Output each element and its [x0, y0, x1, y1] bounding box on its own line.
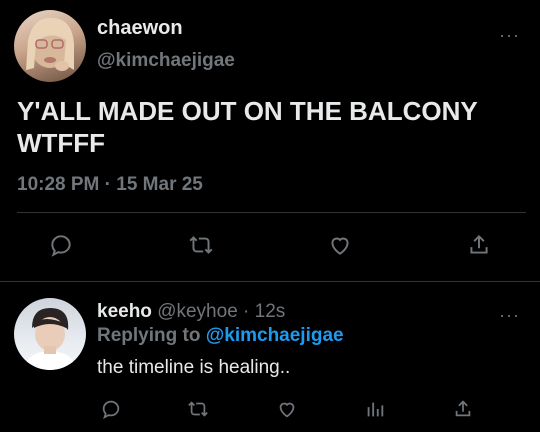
replying-to-handle-link[interactable]: @kimchaejigae [206, 325, 344, 346]
more-options-icon[interactable]: ··· [499, 306, 520, 324]
avatar[interactable] [14, 10, 86, 82]
replying-to-label: Replying to [97, 325, 201, 346]
tweet-text-line-2: WTFFF [17, 128, 106, 158]
share-icon[interactable] [466, 232, 492, 258]
tweet-text-line-1: Y'ALL MADE OUT ON THE BALCONY [17, 96, 478, 126]
timestamp[interactable]: 10:28 PM · 15 Mar 25 [17, 174, 203, 196]
handle[interactable]: @kimchaejigae [97, 50, 235, 72]
replying-to: Replying to @kimchaejigae [97, 325, 344, 347]
reply-icon[interactable] [48, 232, 74, 258]
reply-text: the timeline is healing.. [97, 357, 291, 378]
like-icon[interactable] [326, 232, 354, 258]
divider [0, 281, 540, 282]
more-options-icon[interactable]: ··· [499, 26, 520, 44]
reply-header: keeho @keyhoe · 12s [97, 301, 285, 323]
retweet-icon[interactable] [186, 398, 210, 420]
retweet-icon[interactable] [187, 232, 215, 258]
display-name[interactable]: chaewon [97, 17, 183, 40]
share-icon[interactable] [452, 398, 474, 420]
handle[interactable]: @keyhoe [157, 301, 238, 322]
reply-icon[interactable] [100, 398, 122, 420]
like-icon[interactable] [275, 398, 299, 420]
avatar[interactable] [14, 298, 86, 370]
relative-time[interactable]: · 12s [243, 301, 285, 322]
display-name[interactable]: keeho [97, 301, 152, 322]
divider [17, 212, 526, 213]
analytics-icon[interactable] [364, 398, 386, 420]
